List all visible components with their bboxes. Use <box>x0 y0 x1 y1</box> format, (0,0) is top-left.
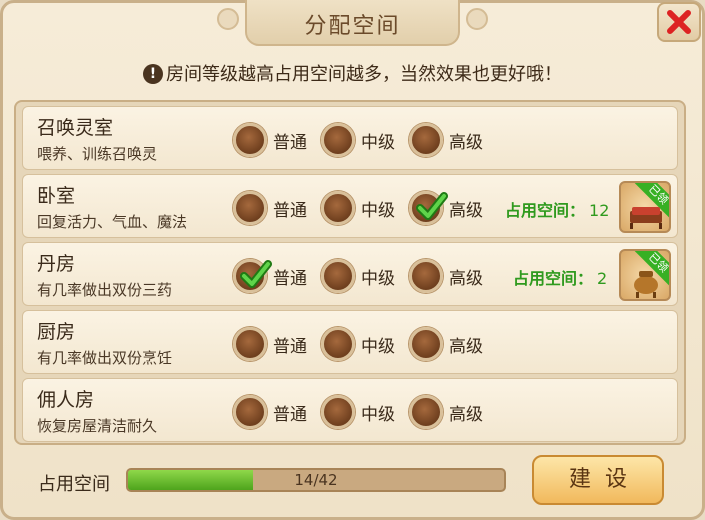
level-option-normal[interactable]: 普通 <box>233 259 307 293</box>
exclamation-icon: ! <box>143 64 163 84</box>
level-option-normal[interactable]: 普通 <box>233 327 307 361</box>
ornament-left <box>217 8 239 30</box>
ornament-right <box>466 8 488 30</box>
room-name: 丹房 <box>37 253 76 275</box>
room-name: 厨房 <box>37 321 76 343</box>
level-option-mid[interactable]: 中级 <box>321 395 395 429</box>
check-icon <box>416 192 448 220</box>
radio-button[interactable] <box>233 327 267 361</box>
radio-button[interactable] <box>233 123 267 157</box>
room-row-kitchen: 厨房 有几率做出双份烹饪 普通 中级 高级 <box>22 310 678 374</box>
space-label: 占用空间 <box>38 474 110 495</box>
room-desc: 回复活力、气血、魔法 <box>37 213 188 231</box>
room-row-summon: 召唤灵室 喂养、训练召唤灵 普通 中级 高级 <box>22 106 678 170</box>
space-usage: 占用空间： 2 <box>513 269 608 288</box>
radio-button-selected[interactable] <box>409 191 448 225</box>
room-desc: 喂养、训练召唤灵 <box>37 145 158 163</box>
close-button[interactable] <box>657 2 701 42</box>
title-plate: 分配空间 <box>217 0 488 46</box>
radio-button[interactable] <box>409 259 443 293</box>
radio-button[interactable] <box>321 191 355 225</box>
furnace-item-icon[interactable]: 已领 <box>619 249 671 301</box>
radio-button[interactable] <box>321 395 355 429</box>
dialog-title: 分配空间 <box>304 14 401 39</box>
alchemy-furnace-icon <box>634 271 658 298</box>
notice-text: 房间等级越高占用空间越多，当然效果也更好哦！ <box>166 64 562 85</box>
radio-button[interactable] <box>321 259 355 293</box>
level-option-normal[interactable]: 普通 <box>233 191 307 225</box>
build-button[interactable]: 建设 <box>532 455 664 505</box>
radio-button[interactable] <box>321 123 355 157</box>
close-x-icon <box>667 10 691 34</box>
space-progress-bar: 14/42 <box>126 468 506 492</box>
room-row-bedroom: 卧室 回复活力、气血、魔法 普通 中级 高级 占用空间： 12 已领 <box>22 174 678 238</box>
bed-item-icon[interactable]: 已领 <box>619 181 671 233</box>
level-option-mid[interactable]: 中级 <box>321 327 395 361</box>
level-option-high[interactable]: 高级 <box>409 327 483 361</box>
notice-line: ! 房间等级越高占用空间越多，当然效果也更好哦！ <box>0 60 705 86</box>
level-option-mid[interactable]: 中级 <box>321 123 395 157</box>
check-icon <box>240 260 272 288</box>
level-option-high[interactable]: 高级 <box>409 259 483 293</box>
level-option-mid[interactable]: 中级 <box>321 191 395 225</box>
room-name: 卧室 <box>37 185 76 207</box>
level-option-high[interactable]: 高级 <box>409 191 483 225</box>
progress-text: 14/42 <box>294 471 338 489</box>
level-option-high[interactable]: 高级 <box>409 123 483 157</box>
room-name: 佣人房 <box>37 389 95 411</box>
level-option-mid[interactable]: 中级 <box>321 259 395 293</box>
radio-button[interactable] <box>409 395 443 429</box>
radio-button[interactable] <box>321 327 355 361</box>
room-row-servant: 佣人房 恢复房屋清洁耐久 普通 中级 高级 <box>22 378 678 442</box>
radio-button[interactable] <box>233 191 267 225</box>
radio-button-selected[interactable] <box>233 259 272 293</box>
room-desc: 有几率做出双份三药 <box>37 281 173 299</box>
room-list: 召唤灵室 喂养、训练召唤灵 普通 中级 高级 卧室 回复活力、气血、魔法 普通 … <box>14 100 686 445</box>
radio-button[interactable] <box>233 395 267 429</box>
room-desc: 恢复房屋清洁耐久 <box>37 417 158 435</box>
room-name: 召唤灵室 <box>37 117 114 139</box>
radio-button[interactable] <box>409 327 443 361</box>
level-option-high[interactable]: 高级 <box>409 395 483 429</box>
bed-icon <box>630 207 662 229</box>
level-option-normal[interactable]: 普通 <box>233 395 307 429</box>
radio-button[interactable] <box>409 123 443 157</box>
space-usage: 占用空间： 12 <box>505 201 610 220</box>
room-row-alchemy: 丹房 有几率做出双份三药 普通 中级 高级 占用空间： 2 已领 <box>22 242 678 306</box>
level-option-normal[interactable]: 普通 <box>233 123 307 157</box>
room-desc: 有几率做出双份烹饪 <box>37 349 173 367</box>
